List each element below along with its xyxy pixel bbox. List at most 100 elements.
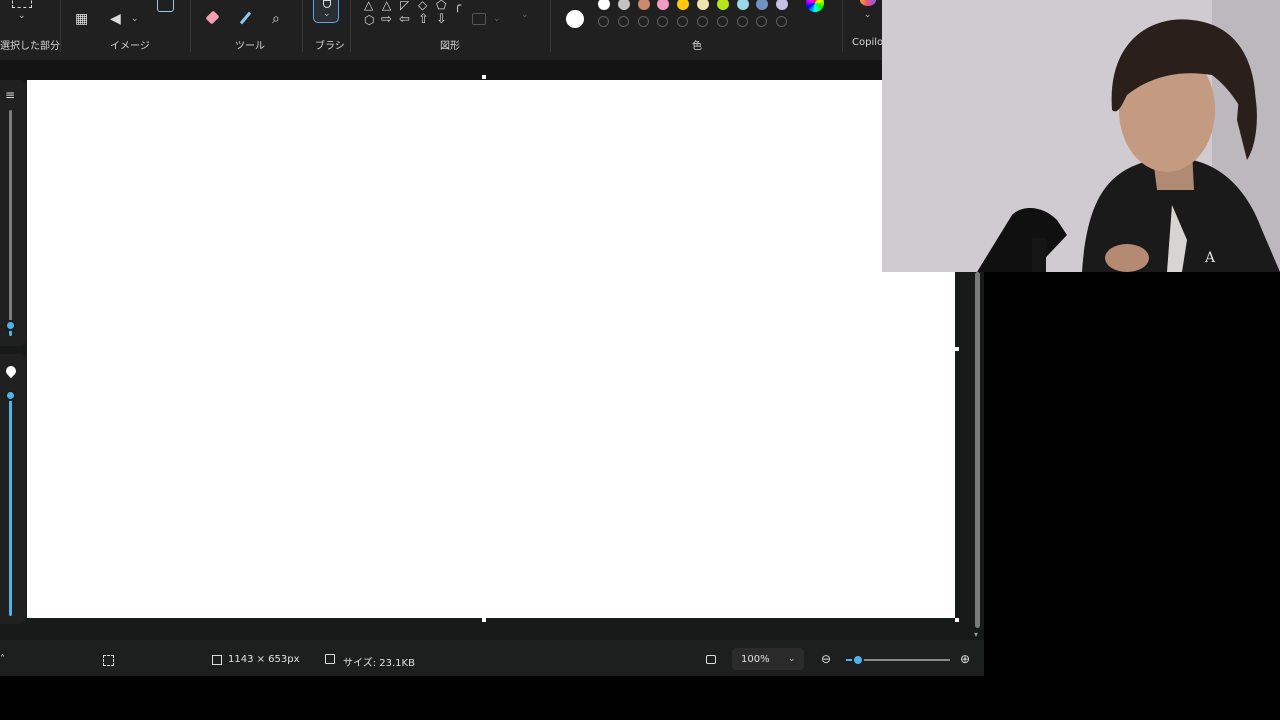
shape-arrow-left-icon[interactable]: ⇦ (399, 13, 410, 27)
shape-triangle-icon[interactable]: △ (382, 0, 391, 12)
group-label-selection: 選択した部分 (0, 41, 60, 52)
shape-right-triangle-icon[interactable]: ◸ (400, 0, 409, 12)
custom-color-slot[interactable] (697, 16, 708, 27)
custom-color-slot[interactable] (756, 16, 768, 27)
shape-triangle-icon[interactable]: △ (364, 0, 373, 12)
shape-arrow-up-icon[interactable]: ⇧ (418, 13, 429, 27)
color-swatch[interactable] (657, 0, 670, 10)
opacity-panel (0, 354, 26, 624)
magnifier-icon[interactable]: ⌕ (272, 12, 280, 26)
shape-pentagon-icon[interactable]: ⬠ (436, 0, 446, 12)
divider (302, 0, 303, 52)
brush-button[interactable]: ⌄ (313, 0, 339, 23)
ribbon-footer (0, 60, 882, 80)
zoom-level-dropdown[interactable]: 100% ⌄ (732, 648, 804, 670)
brush-size-panel: ≡ (0, 80, 26, 346)
fit-to-window-icon[interactable] (706, 655, 716, 664)
color-swatch[interactable] (776, 0, 789, 10)
canvas-resize-handle[interactable] (955, 618, 959, 622)
scroll-down-arrow-icon[interactable]: ▾ (974, 630, 978, 639)
shape-outline-button (472, 13, 486, 25)
custom-color-slot[interactable] (716, 16, 728, 27)
group-label-brush: ブラシ (315, 41, 345, 52)
opacity-thumb[interactable] (5, 390, 16, 401)
active-color[interactable] (566, 10, 584, 28)
zoom-level-value: 100% (741, 654, 770, 665)
brush-size-thumb[interactable] (5, 320, 16, 331)
rotate-flip-icon[interactable]: ◀ (110, 12, 121, 26)
webcam-overlay: A (882, 0, 1280, 272)
color-picker-button[interactable] (239, 11, 253, 27)
divider (350, 0, 351, 52)
zoom-out-icon[interactable]: ⊖ (821, 652, 831, 666)
custom-color-slot[interactable] (637, 16, 649, 27)
color-swatch[interactable] (677, 0, 690, 10)
canvas-size-icon (212, 655, 222, 665)
chevron-down-icon: ⌄ (521, 10, 529, 20)
custom-color-slot[interactable] (657, 16, 669, 27)
select-rectangle-icon (12, 0, 32, 8)
shape-arrow-down-icon[interactable]: ⇩ (436, 13, 447, 27)
divider (190, 0, 191, 52)
custom-color-slot[interactable] (598, 16, 609, 27)
brush-icon (323, 0, 331, 8)
chevron-down-icon: ⌄ (323, 9, 331, 19)
zoom-in-icon[interactable]: ⊕ (960, 652, 970, 666)
opacity-slider[interactable] (9, 390, 12, 616)
chevron-down-icon[interactable]: ⌄ (864, 10, 872, 20)
copilot-icon[interactable] (860, 0, 876, 6)
color-wheel-icon[interactable] (806, 0, 824, 12)
custom-color-slot[interactable] (617, 16, 629, 27)
opacity-drop-icon (3, 363, 19, 379)
group-label-image: イメージ (110, 41, 150, 52)
custom-color-slot[interactable] (677, 16, 689, 27)
selection-size-icon (103, 655, 114, 666)
canvas-resize-handle[interactable] (955, 347, 959, 351)
chevron-down-icon: ⌄ (493, 14, 501, 24)
zoom-slider-thumb[interactable] (852, 654, 864, 666)
divider (550, 0, 551, 52)
chevron-down-icon: ⌄ (18, 11, 26, 21)
canvas-resize-handle[interactable] (482, 75, 486, 79)
color-swatch[interactable] (617, 0, 630, 10)
webcam-person-image: A (882, 0, 1280, 272)
drawing-canvas[interactable] (27, 80, 955, 618)
color-swatch[interactable] (697, 0, 709, 10)
toolbar-ribbon: ⌄ 選択した部分 ▦ ◀ ⌄ イメージ ⌕ ツール ⌄ ブラシ △ △ ◸ ◇ … (0, 0, 887, 60)
divider (842, 0, 843, 52)
shape-curve-icon[interactable]: ╭ (454, 0, 461, 12)
canvas-size-text: 1143 × 653px (228, 654, 300, 665)
custom-color-slot[interactable] (736, 16, 748, 27)
image-crop-icon[interactable] (157, 0, 174, 12)
eraser-button[interactable] (205, 10, 220, 26)
hoodie-logo: A (1204, 250, 1216, 266)
group-label-tools: ツール (235, 41, 265, 52)
color-swatch[interactable] (637, 0, 650, 10)
vertical-scrollbar[interactable] (975, 272, 980, 628)
canvas-resize-handle[interactable] (482, 618, 486, 622)
file-size-text: サイズ: 23.1KB (343, 658, 415, 669)
color-palette (598, 0, 798, 32)
cursor-position-icon: ˄ (0, 654, 5, 665)
color-picker-icon (239, 11, 252, 25)
chevron-down-icon: ⌄ (788, 654, 796, 664)
brush-size-slider[interactable] (9, 110, 12, 328)
divider (60, 0, 61, 52)
color-swatch[interactable] (736, 0, 749, 10)
color-swatch[interactable] (716, 0, 729, 10)
color-swatch[interactable] (598, 0, 610, 10)
group-label-shapes: 図形 (440, 41, 460, 52)
shape-arrow-right-icon[interactable]: ⇨ (381, 13, 392, 27)
color-swatch[interactable] (756, 0, 769, 10)
custom-color-slot[interactable] (776, 16, 788, 27)
brush-size-icon: ≡ (5, 88, 16, 102)
shape-diamond-icon[interactable]: ◇ (418, 0, 427, 12)
chevron-down-icon[interactable]: ⌄ (131, 14, 139, 24)
group-label-colors: 色 (692, 41, 702, 52)
image-resize-icon[interactable]: ▦ (75, 12, 88, 26)
shapes-gallery[interactable]: △ △ ◸ ◇ ⬠ ╭ ⬡ ⇨ ⇦ ⇧ ⇩ (360, 0, 461, 38)
eraser-icon (205, 10, 220, 25)
shape-hexagon-icon[interactable]: ⬡ (364, 13, 374, 27)
select-button[interactable]: ⌄ (10, 0, 34, 24)
save-icon (325, 654, 335, 664)
